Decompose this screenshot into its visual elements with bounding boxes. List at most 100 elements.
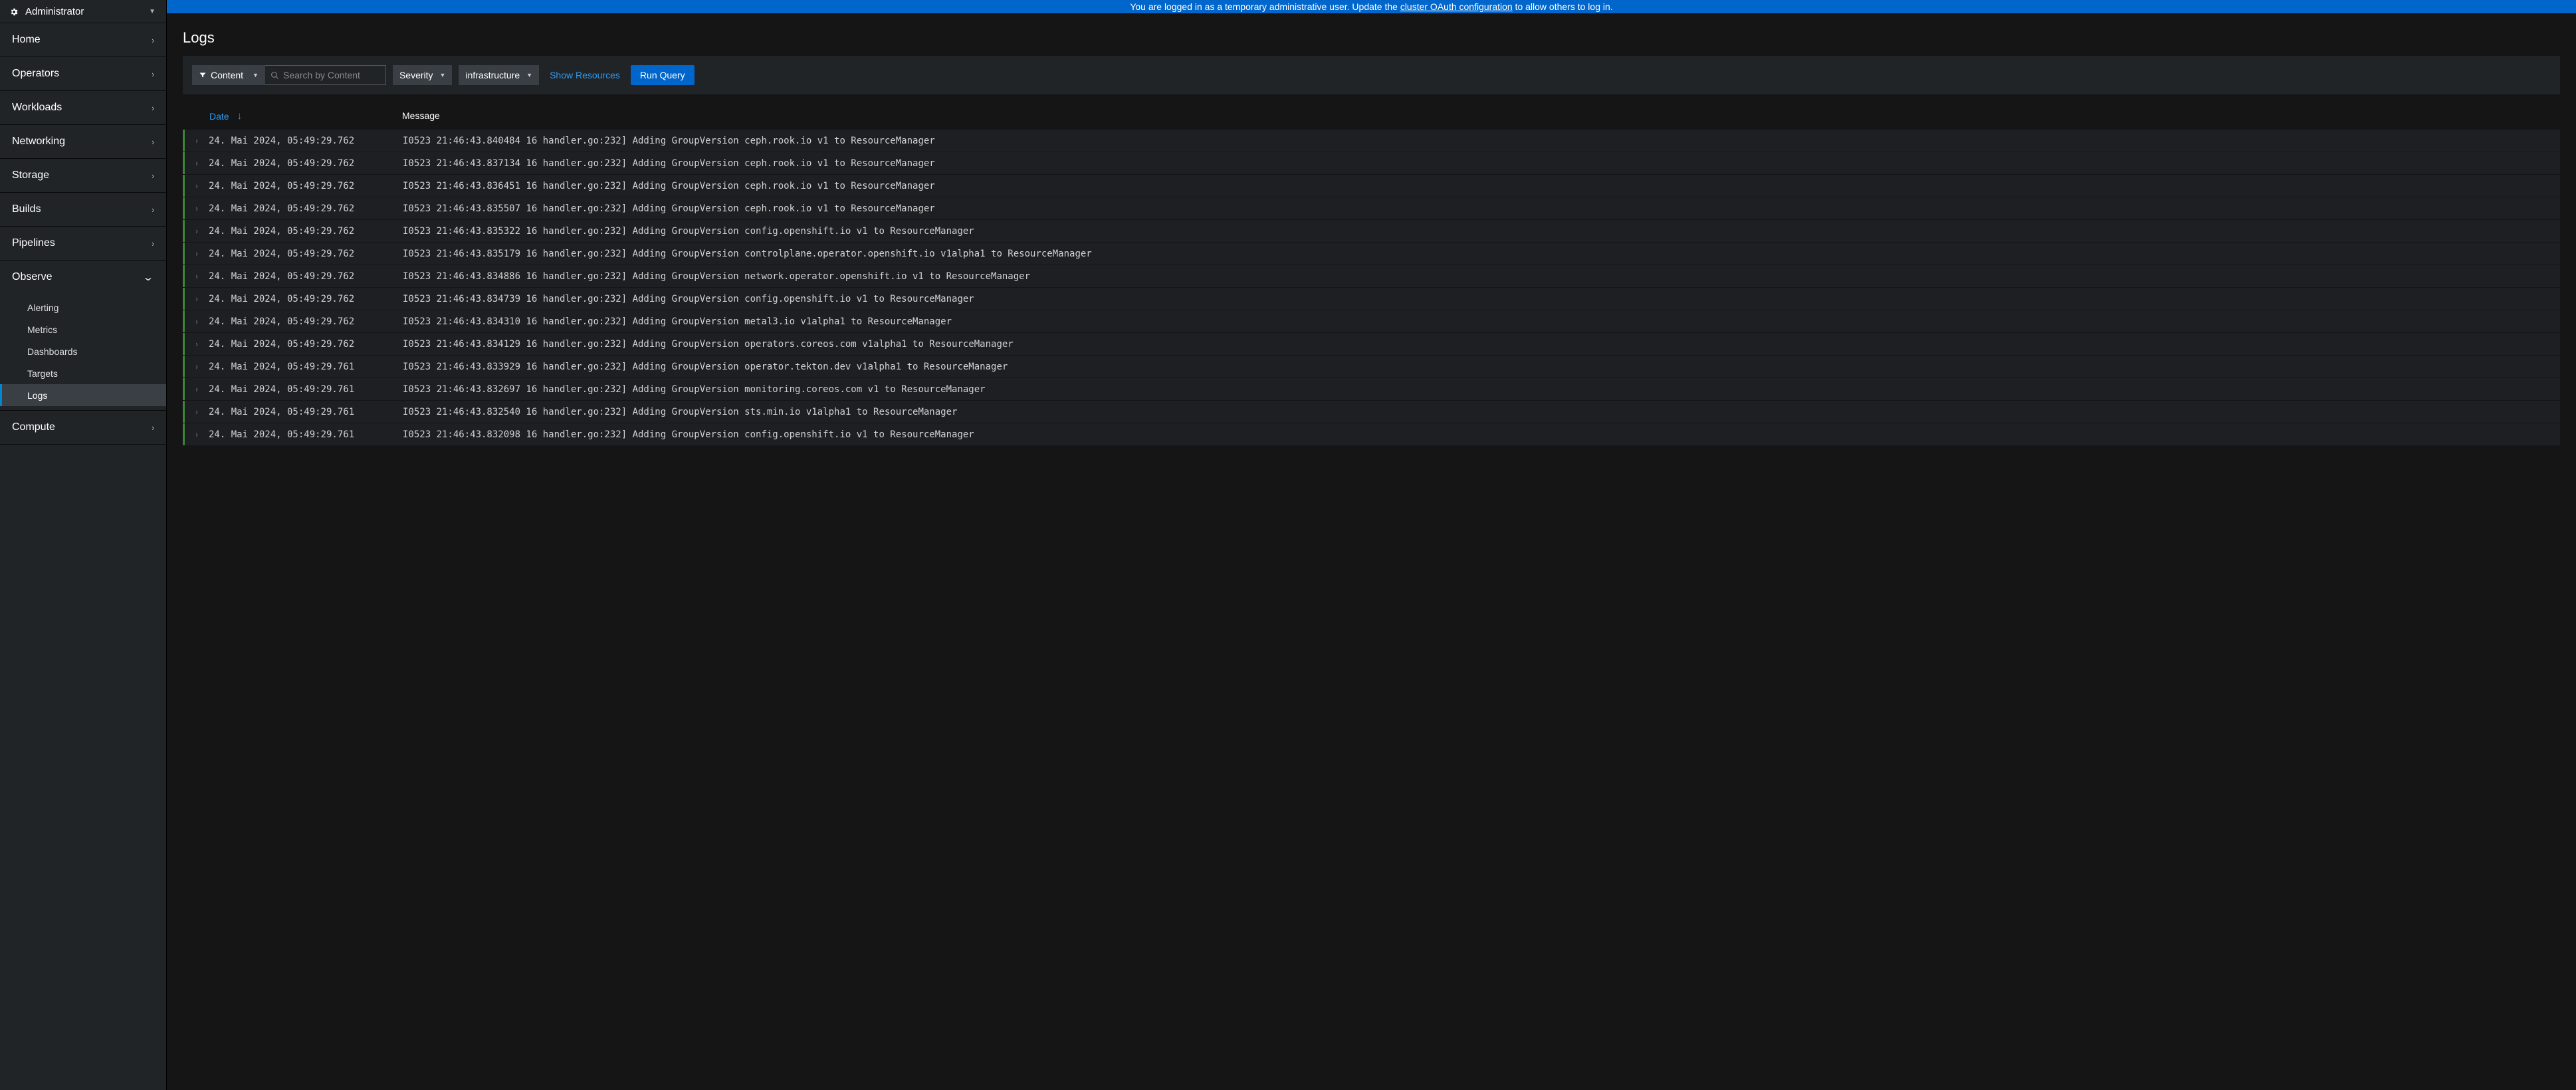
log-message: I0523 21:46:43.832697 16 handler.go:232]… xyxy=(403,384,2560,395)
sidebar-item-label: Home xyxy=(12,34,152,46)
sidebar-item-label: Operators xyxy=(12,68,152,80)
table-header: Date ↓ Message xyxy=(183,102,2560,130)
log-row[interactable]: ›24. Mai 2024, 05:49:29.762I0523 21:46:4… xyxy=(183,130,2560,152)
sidebar-subitem-metrics[interactable]: Metrics xyxy=(0,318,166,340)
search-input[interactable] xyxy=(283,70,380,80)
expand-row-icon[interactable]: › xyxy=(188,430,205,439)
chevron-right-icon: › xyxy=(152,423,154,433)
chevron-right-icon: › xyxy=(152,103,154,113)
sidebar-item-workloads[interactable]: Workloads› xyxy=(0,91,166,124)
log-message: I0523 21:46:43.835322 16 handler.go:232]… xyxy=(403,226,2560,237)
sidebar-item-operators[interactable]: Operators› xyxy=(0,57,166,90)
log-row[interactable]: ›24. Mai 2024, 05:49:29.762I0523 21:46:4… xyxy=(183,175,2560,197)
column-date[interactable]: Date ↓ xyxy=(209,110,402,122)
banner-text-suffix: to allow others to log in. xyxy=(1515,1,1613,12)
log-row[interactable]: ›24. Mai 2024, 05:49:29.761I0523 21:46:4… xyxy=(183,378,2560,400)
chevron-right-icon: › xyxy=(152,137,154,147)
log-message: I0523 21:46:43.834886 16 handler.go:232]… xyxy=(403,271,2560,282)
perspective-label: Administrator xyxy=(25,6,149,17)
log-message: I0523 21:46:43.832540 16 handler.go:232]… xyxy=(403,407,2560,417)
logs-table: Date ↓ Message › 24. Mai 2024, 05:49:29.7… xyxy=(167,94,2576,1090)
sidebar-item-compute[interactable]: Compute› xyxy=(0,411,166,444)
chevron-right-icon: › xyxy=(152,239,154,249)
tenant-select[interactable]: infrastructure ▼ xyxy=(459,65,539,85)
log-row[interactable]: › 24. Mai 2024, 05:49:29.762I0523 21:46:4… xyxy=(183,220,2560,242)
log-message: I0523 21:46:43.837134 16 handler.go:232]… xyxy=(403,158,2560,169)
sidebar-item-observe[interactable]: Observe⌄ xyxy=(0,261,166,294)
sidebar-item-builds[interactable]: Builds› xyxy=(0,193,166,226)
log-row[interactable]: › 24. Mai 2024, 05:49:29.761I0523 21:46:4… xyxy=(183,401,2560,423)
log-date: 24. Mai 2024, 05:49:29.762 xyxy=(209,249,403,259)
log-message: I0523 21:46:43.835179 16 handler.go:232]… xyxy=(403,249,2560,259)
sidebar-item-label: Builds xyxy=(12,203,152,215)
run-query-button[interactable]: Run Query xyxy=(631,65,695,85)
log-message: I0523 21:46:43.840484 16 handler.go:232]… xyxy=(403,136,2560,146)
sidebar-item-label: Observe xyxy=(12,271,142,283)
sidebar-item-storage[interactable]: Storage› xyxy=(0,159,166,192)
log-date: 24. Mai 2024, 05:49:29.762 xyxy=(209,294,403,304)
filter-icon xyxy=(199,71,207,79)
page-title: Logs xyxy=(167,13,2576,56)
show-resources-link[interactable]: Show Resources xyxy=(546,70,624,80)
log-message: I0523 21:46:43.832098 16 handler.go:232]… xyxy=(403,429,2560,440)
sidebar-item-networking[interactable]: Networking› xyxy=(0,125,166,158)
log-date: 24. Mai 2024, 05:49:29.761 xyxy=(209,407,403,417)
expand-row-icon[interactable]: › xyxy=(188,317,205,326)
sidebar-subitem-dashboards[interactable]: Dashboards xyxy=(0,340,166,362)
log-row[interactable]: › 24. Mai 2024, 05:49:29.762I0523 21:46:4… xyxy=(183,243,2560,265)
caret-down-icon: ▼ xyxy=(440,72,446,78)
log-row[interactable]: › 24. Mai 2024, 05:49:29.762I0523 21:46:4… xyxy=(183,310,2560,332)
sidebar-subitem-logs[interactable]: Logs xyxy=(0,384,166,406)
banner-text-prefix: You are logged in as a temporary adminis… xyxy=(1130,1,1400,12)
log-message: I0523 21:46:43.834310 16 handler.go:232]… xyxy=(403,316,2560,327)
chevron-right-icon: › xyxy=(152,171,154,181)
log-date: 24. Mai 2024, 05:49:29.762 xyxy=(209,271,403,282)
severity-select[interactable]: Severity ▼ xyxy=(393,65,453,85)
expand-row-icon[interactable]: › xyxy=(188,227,205,236)
log-row[interactable]: › 24. Mai 2024, 05:49:29.762I0523 21:46:4… xyxy=(183,197,2560,219)
expand-row-icon[interactable]: › xyxy=(188,181,205,191)
sidebar-subitem-alerting[interactable]: Alerting xyxy=(0,296,166,318)
perspective-switcher[interactable]: Administrator ▼ xyxy=(0,2,166,23)
log-date: 24. Mai 2024, 05:49:29.762 xyxy=(209,226,403,237)
severity-label: Severity xyxy=(399,70,433,80)
expand-row-icon[interactable]: › xyxy=(188,159,205,168)
expand-row-icon[interactable]: › xyxy=(188,249,205,259)
chevron-down-icon: ⌄ xyxy=(142,275,154,280)
expand-row-icon[interactable]: › xyxy=(188,272,205,281)
column-message[interactable]: Message xyxy=(402,110,440,122)
sidebar-item-label: Compute xyxy=(12,421,152,433)
log-date: 24. Mai 2024, 05:49:29.762 xyxy=(209,158,403,169)
log-message: I0523 21:46:43.835507 16 handler.go:232]… xyxy=(403,203,2560,214)
filter-type-select[interactable]: Content ▼ xyxy=(192,65,265,85)
sidebar-item-label: Workloads xyxy=(12,102,152,114)
log-row[interactable]: › 24. Mai 2024, 05:49:29.762I0523 21:46:4… xyxy=(183,265,2560,287)
expand-row-icon[interactable]: › xyxy=(188,204,205,213)
expand-row-icon[interactable]: › xyxy=(188,294,205,304)
log-row[interactable]: ›24. Mai 2024, 05:49:29.761I0523 21:46:4… xyxy=(183,356,2560,378)
log-row[interactable]: › 24. Mai 2024, 05:49:29.762I0523 21:46:4… xyxy=(183,152,2560,174)
sidebar-subitem-targets[interactable]: Targets xyxy=(0,362,166,384)
main-content: You are logged in as a temporary adminis… xyxy=(167,0,2576,1090)
log-date: 24. Mai 2024, 05:49:29.762 xyxy=(209,203,403,214)
chevron-right-icon: › xyxy=(152,35,154,45)
expand-row-icon[interactable]: › xyxy=(188,362,205,372)
log-row[interactable]: › 24. Mai 2024, 05:49:29.761I0523 21:46:4… xyxy=(183,423,2560,445)
search-input-wrap[interactable] xyxy=(265,65,386,85)
banner-link[interactable]: cluster OAuth configuration xyxy=(1400,1,1513,12)
log-date: 24. Mai 2024, 05:49:29.762 xyxy=(209,316,403,327)
expand-row-icon[interactable]: › xyxy=(188,407,205,417)
sidebar-submenu: AlertingMetricsDashboardsTargetsLogs xyxy=(0,294,166,410)
expand-row-icon[interactable]: › xyxy=(188,136,205,146)
log-message: I0523 21:46:43.834129 16 handler.go:232]… xyxy=(403,339,2560,350)
sidebar-item-pipelines[interactable]: Pipelines› xyxy=(0,227,166,260)
log-date: 24. Mai 2024, 05:49:29.761 xyxy=(209,429,403,440)
caret-down-icon: ▼ xyxy=(253,72,259,78)
log-row[interactable]: ›24. Mai 2024, 05:49:29.762I0523 21:46:4… xyxy=(183,333,2560,355)
log-date: 24. Mai 2024, 05:49:29.761 xyxy=(209,362,403,372)
sidebar: Administrator ▼ Home›Operators›Workloads… xyxy=(0,0,167,1090)
log-row[interactable]: ›24. Mai 2024, 05:49:29.762I0523 21:46:4… xyxy=(183,288,2560,310)
expand-row-icon[interactable]: › xyxy=(188,385,205,394)
sidebar-item-home[interactable]: Home› xyxy=(0,23,166,56)
expand-row-icon[interactable]: › xyxy=(188,340,205,349)
